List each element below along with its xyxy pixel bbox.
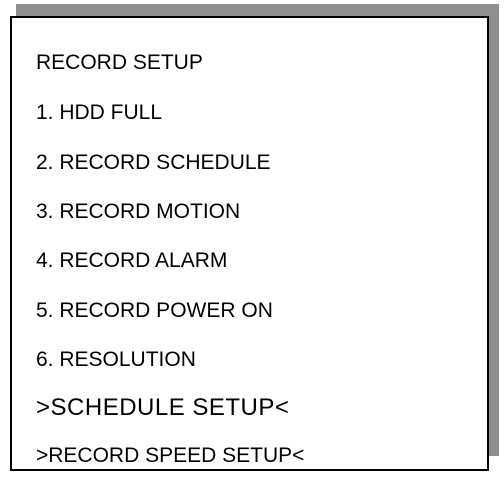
record-setup-menu: RECORD SETUP 1. HDD FULL 2. RECORD SCHED… [10,16,489,471]
menu-item-record-speed-setup[interactable]: >RECORD SPEED SETUP< [36,442,304,470]
menu-item-resolution[interactable]: 6. RESOLUTION [36,346,196,374]
osd-screen: RECORD SETUP 1. HDD FULL 2. RECORD SCHED… [0,0,504,477]
menu-item-record-power-on[interactable]: 5. RECORD POWER ON [36,297,273,325]
menu-item-schedule-setup[interactable]: >SCHEDULE SETUP< [36,394,289,422]
menu-item-record-alarm[interactable]: 4. RECORD ALARM [36,247,227,275]
menu-title: RECORD SETUP [36,51,203,74]
menu-item-record-schedule[interactable]: 2. RECORD SCHEDULE [36,149,271,177]
menu-item-record-motion[interactable]: 3. RECORD MOTION [36,198,240,226]
menu-item-hdd-full[interactable]: 1. HDD FULL [36,99,162,127]
